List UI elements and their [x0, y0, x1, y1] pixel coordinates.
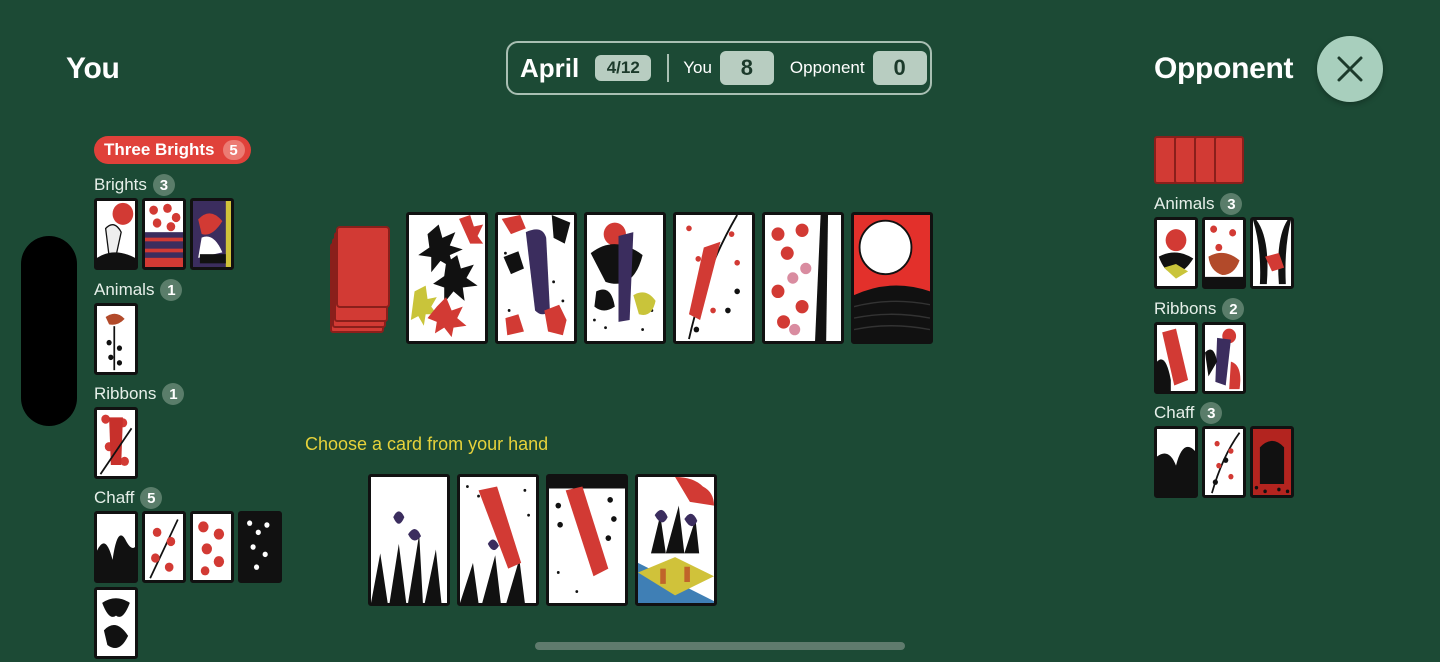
captured-card-crane — [94, 198, 138, 270]
hand-card-iris-chaff[interactable] — [368, 474, 450, 606]
table-card-cherry-chaff[interactable] — [762, 212, 844, 344]
group-count: 2 — [1222, 298, 1245, 320]
group-count: 5 — [140, 487, 163, 509]
you-animals-header: Animals 1 — [94, 279, 183, 301]
opponent-card-blue-ribbon — [1202, 322, 1246, 394]
group-count: 3 — [152, 174, 175, 196]
player-title-opponent: Opponent — [1154, 52, 1294, 85]
you-score-label: You — [683, 58, 712, 77]
yaku-badge: Three Brights 5 — [94, 136, 251, 164]
captured-card-cherry — [190, 511, 234, 583]
table-card-maple-chaff[interactable] — [406, 212, 488, 344]
group-label: Brights — [94, 175, 147, 194]
close-button[interactable] — [1317, 36, 1383, 102]
you-ribbons-header: Ribbons 1 — [94, 383, 185, 405]
group-label: Ribbons — [94, 384, 157, 403]
table-card-bushclover-ribbon[interactable] — [673, 212, 755, 344]
group-count: 3 — [1200, 402, 1223, 424]
captured-card-warbler — [94, 303, 138, 375]
captured-card-chrysanthemum — [94, 587, 138, 659]
group-label: Animals — [1154, 194, 1215, 213]
captured-card-pampas — [94, 511, 138, 583]
opponent-card-bushclover-chaff — [1202, 426, 1246, 498]
yaku-label: Three Brights — [104, 140, 215, 159]
hand-card-iris-ribbon[interactable] — [457, 474, 539, 606]
opponent-card-boar — [1202, 217, 1246, 289]
side-handle[interactable] — [21, 236, 77, 426]
group-label: Chaff — [1154, 403, 1195, 422]
player-title-you: You — [66, 52, 120, 85]
hand-prompt: Choose a card from your hand — [305, 434, 549, 454]
group-count: 1 — [160, 279, 183, 301]
round-badge: 4/12 — [595, 55, 652, 81]
opponent-animals-header: Animals 3 — [1154, 193, 1243, 215]
opponent-score: 0 — [872, 51, 927, 85]
opponent-card-swallow — [1250, 217, 1294, 289]
hand-card-wisteria-ribbon[interactable] — [546, 474, 628, 606]
close-icon — [1337, 56, 1363, 82]
opponent-chaff-header: Chaff 3 — [1154, 402, 1223, 424]
score-bar: April 4/12 You 8 Opponent 0 — [506, 41, 932, 95]
table-card-chrysanthemum-ribbon[interactable] — [584, 212, 666, 344]
group-label: Ribbons — [1154, 299, 1217, 318]
table-card-maple-ribbon[interactable] — [495, 212, 577, 344]
deck-pile[interactable] — [336, 226, 390, 308]
opponent-card-pampas-chaff — [1154, 426, 1198, 498]
yaku-points: 5 — [222, 140, 245, 160]
opponent-score-label: Opponent — [789, 58, 865, 77]
captured-card-plum — [142, 511, 186, 583]
you-brights-header: Brights 3 — [94, 174, 175, 196]
hand-card-iris-bridge[interactable] — [635, 474, 717, 606]
opponent-hand-card — [1214, 136, 1244, 184]
captured-card-curtain — [142, 198, 186, 270]
opponent-card-paulownia-chaff — [1250, 426, 1294, 498]
group-count: 3 — [1220, 193, 1243, 215]
group-count: 1 — [162, 383, 185, 405]
group-label: Animals — [94, 280, 155, 299]
opponent-ribbons-header: Ribbons 2 — [1154, 298, 1245, 320]
group-label: Chaff — [94, 488, 135, 507]
you-chaff-header: Chaff 5 — [94, 487, 163, 509]
divider — [667, 54, 670, 82]
captured-card-wisteria — [238, 511, 282, 583]
captured-card-ribbon — [94, 407, 138, 479]
table-card-pampas-moon[interactable] — [851, 212, 933, 344]
captured-card-phoenix — [190, 198, 234, 270]
month-label: April — [520, 52, 580, 83]
home-indicator[interactable] — [535, 642, 905, 650]
opponent-card-red-ribbon — [1154, 322, 1198, 394]
you-score: 8 — [719, 51, 774, 85]
opponent-card-peony-butterfly — [1154, 217, 1198, 289]
